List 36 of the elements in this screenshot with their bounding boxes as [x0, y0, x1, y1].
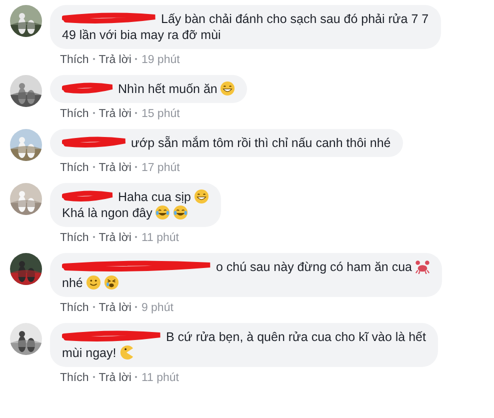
comment-text: Khá là ngon đây: [62, 206, 152, 220]
comment-text: Haha cua sịp: [118, 190, 191, 204]
pacman-icon: [119, 345, 134, 360]
comment-time: 15 phút: [141, 108, 180, 120]
comment-time: 11 phút: [141, 372, 179, 384]
comment-text: B cứ rửa bẹn, à quên rửa cua cho kĩ vào là hết: [166, 330, 426, 344]
comment-text: nhé: [62, 276, 83, 290]
grin-icon: [220, 81, 236, 96]
grin-icon: [194, 189, 209, 204]
like-link[interactable]: Thích: [60, 54, 89, 66]
comment-text: 49 lần với bia may ra đỡ mùi: [62, 28, 221, 42]
reply-link[interactable]: Trả lời: [98, 162, 132, 174]
like-link[interactable]: Thích: [60, 162, 89, 174]
comment-time: 9 phút: [141, 302, 174, 314]
comment-text: ướp sẵn mắm tôm rồi thì chỉ nấu canh thôi nhé: [131, 136, 391, 150]
comment-text: Nhìn hết muốn ăn: [118, 82, 218, 96]
like-link[interactable]: Thích: [60, 108, 89, 120]
reply-link[interactable]: Trả lời: [98, 372, 132, 384]
comment-time: 17 phút: [141, 162, 180, 174]
reply-link[interactable]: Trả lời: [98, 108, 132, 120]
reply-link[interactable]: Trả lời: [98, 302, 132, 314]
comment-time: 19 phút: [141, 54, 180, 66]
reply-link[interactable]: Trả lời: [98, 232, 132, 244]
comment-text: Lấy bàn chải đánh cho sạch sau đó phải rửa 7 7: [161, 12, 429, 26]
like-link[interactable]: Thích: [60, 302, 89, 314]
comment-text: mùi ngay!: [62, 346, 116, 360]
comment-time: 11 phút: [141, 232, 179, 244]
laugh-tears-icon: [155, 205, 170, 220]
smile-icon: [86, 275, 101, 290]
like-link[interactable]: Thích: [60, 232, 89, 244]
like-link[interactable]: Thích: [60, 372, 89, 384]
crying-face-icon: [104, 275, 119, 290]
reply-link[interactable]: Trả lời: [98, 54, 132, 66]
crab-icon: [415, 259, 430, 274]
laugh-tears-icon: [173, 205, 188, 220]
comment-text: o chú sau này đừng có ham ăn cua: [216, 260, 412, 274]
